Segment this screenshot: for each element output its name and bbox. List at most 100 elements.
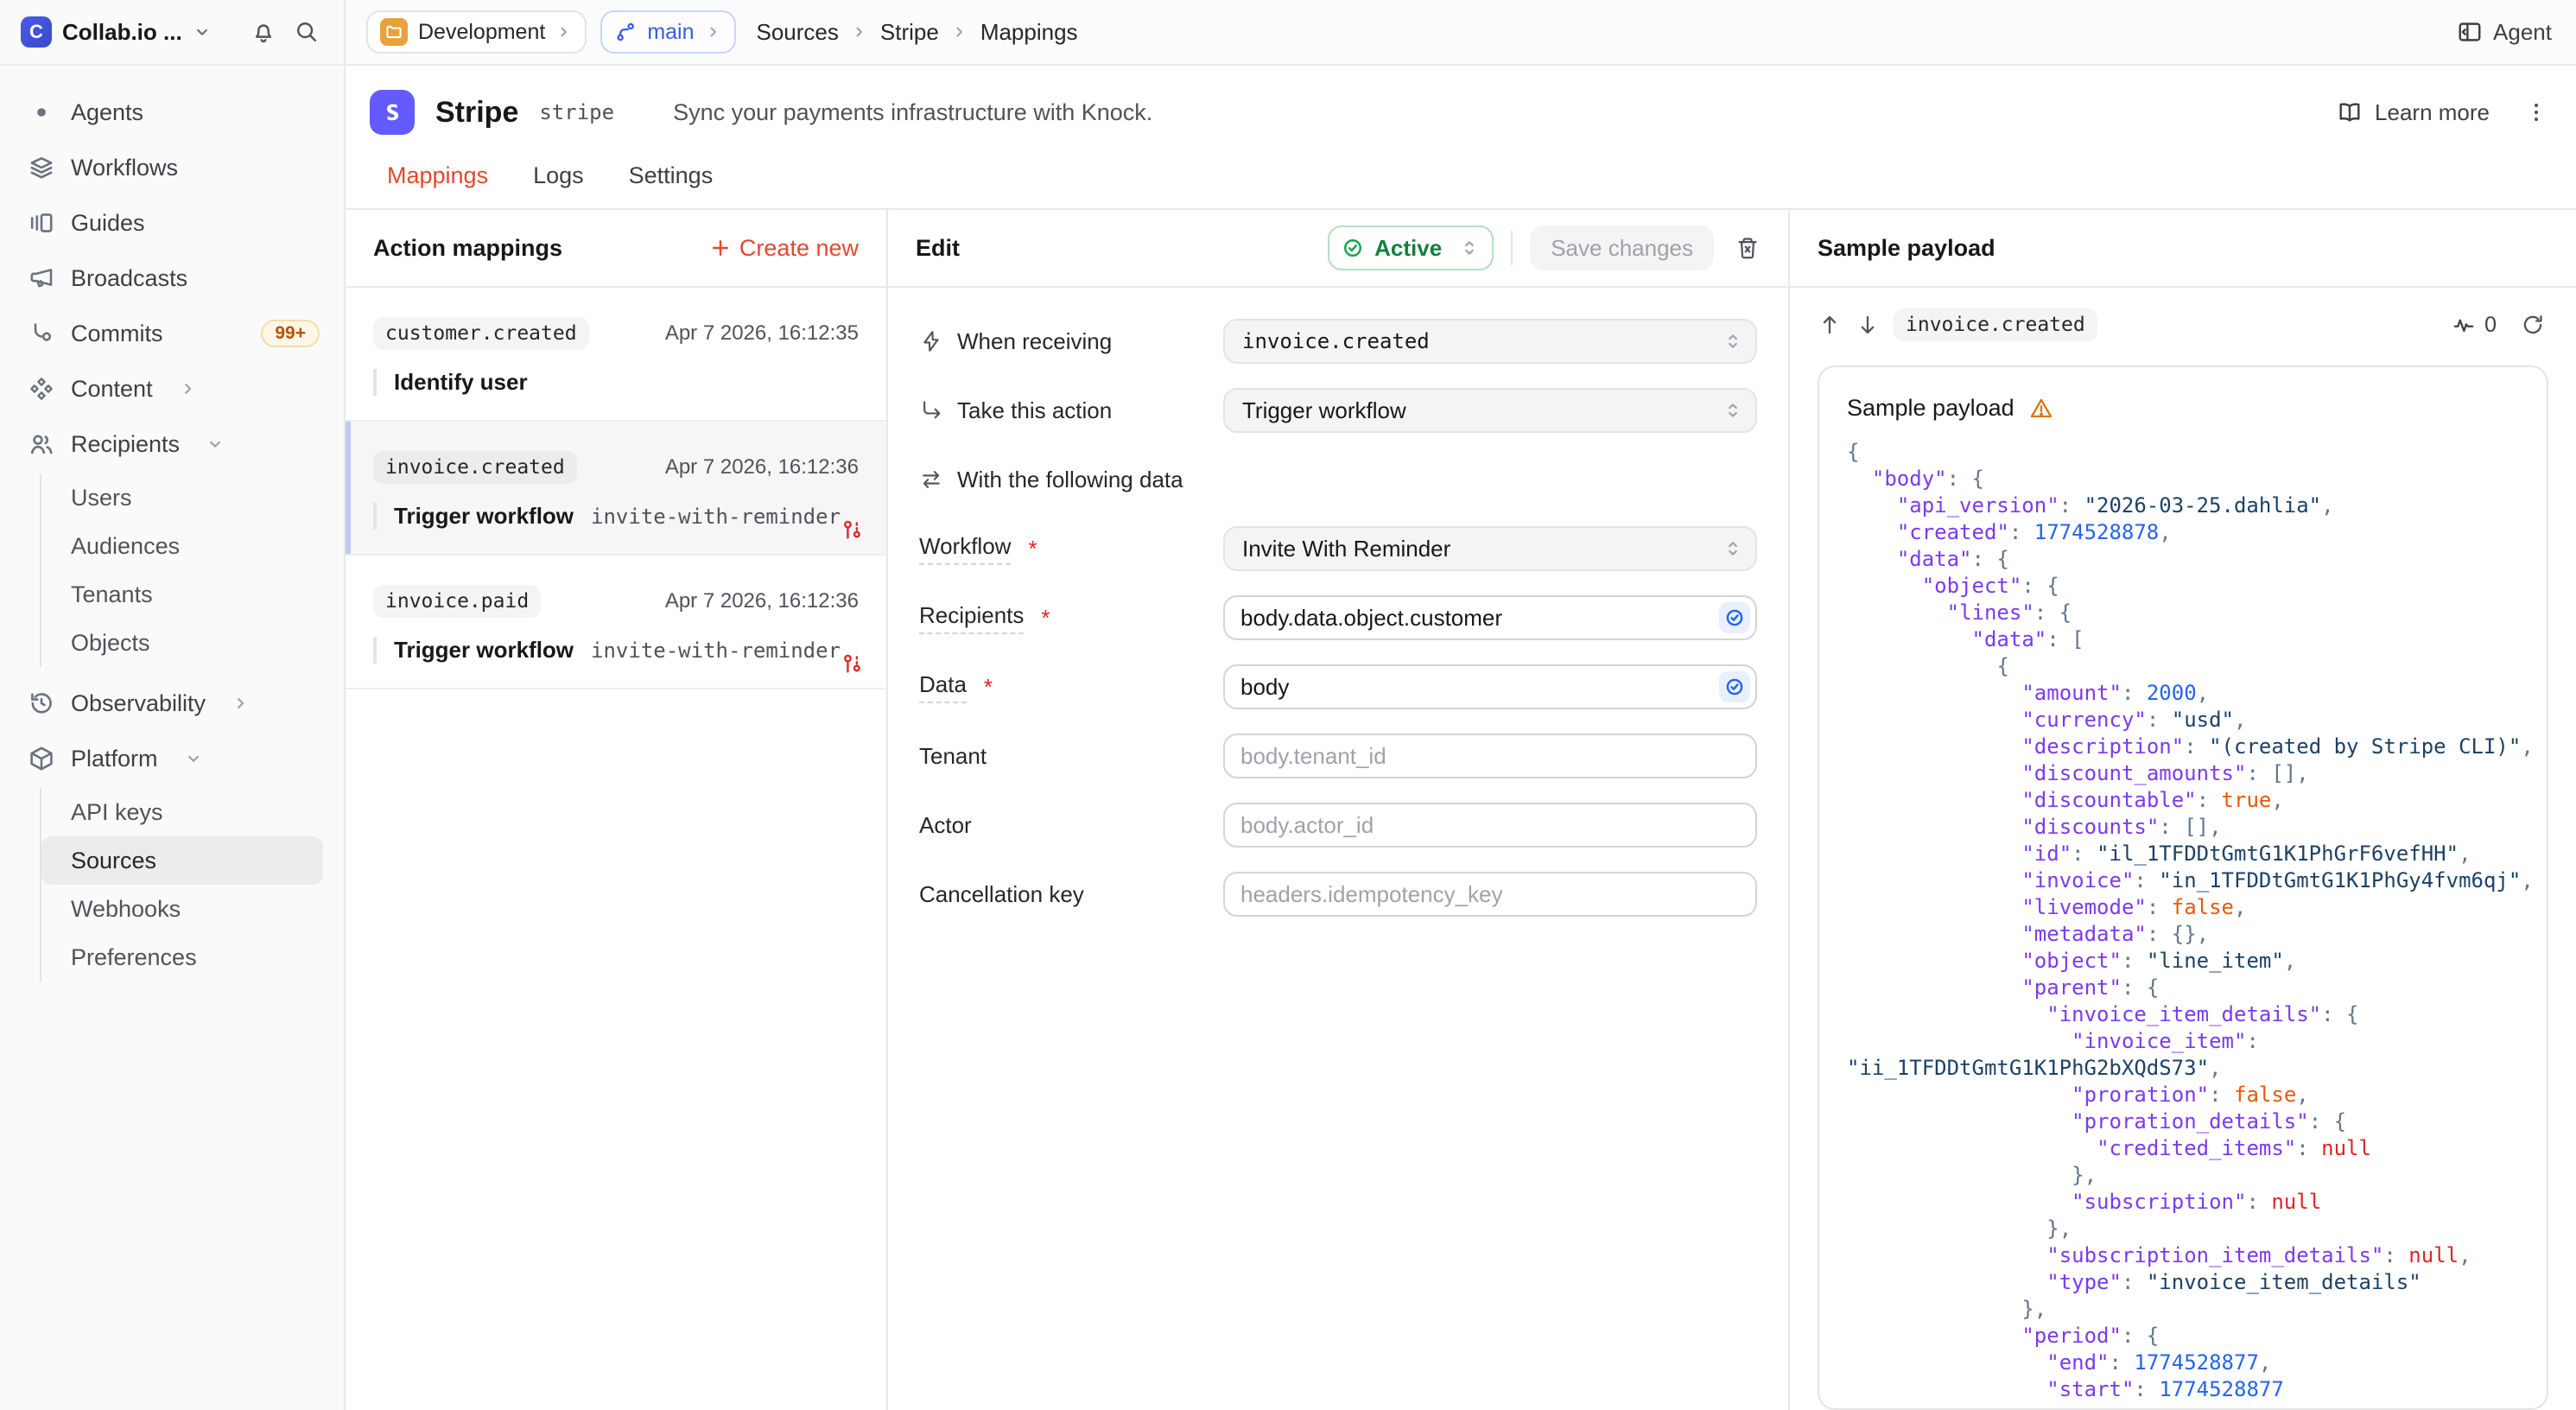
payload-card-title: Sample payload bbox=[1847, 395, 2014, 422]
corner-down-right-icon bbox=[919, 398, 943, 422]
tenant-input[interactable] bbox=[1223, 734, 1757, 778]
chevron-right-icon bbox=[179, 379, 198, 398]
content-icon bbox=[28, 375, 55, 403]
chevrons-up-down-icon bbox=[1723, 538, 1743, 559]
breadcrumb-sources[interactable]: Sources bbox=[757, 19, 839, 46]
mapping-card[interactable]: customer.created Apr 7 2026, 16:12:35 Id… bbox=[346, 288, 886, 422]
source-slug: stripe bbox=[539, 100, 614, 124]
arrow-down-icon[interactable] bbox=[1856, 313, 1880, 337]
sidebar: C Collab.io ... Agents Workflows bbox=[0, 0, 346, 1410]
action-mappings-title: Action mappings bbox=[373, 235, 562, 262]
event-select[interactable]: invoice.created bbox=[1223, 319, 1757, 364]
sidebar-item-objects[interactable]: Objects bbox=[41, 619, 323, 667]
sidebar-item-audiences[interactable]: Audiences bbox=[41, 522, 323, 570]
form-row-workflow: Workflow* Invite With Reminder bbox=[919, 526, 1757, 571]
lightning-icon bbox=[919, 329, 943, 353]
sidebar-item-platform[interactable]: Platform bbox=[14, 733, 344, 784]
sidebar-item-agents[interactable]: Agents bbox=[14, 86, 344, 138]
arrow-up-icon[interactable] bbox=[1818, 313, 1842, 337]
mapping-event-badge: customer.created bbox=[373, 317, 589, 350]
learn-more-link[interactable]: Learn more bbox=[2337, 99, 2490, 126]
sidebar-item-workflows[interactable]: Workflows bbox=[14, 142, 344, 194]
users-icon bbox=[28, 430, 55, 458]
recipients-input[interactable] bbox=[1223, 595, 1757, 640]
delete-mapping-icon[interactable] bbox=[1735, 235, 1761, 261]
status-select[interactable]: Active bbox=[1328, 225, 1494, 270]
edit-title: Edit bbox=[916, 235, 960, 262]
form-row-cancellation-key: Cancellation key bbox=[919, 872, 1757, 917]
divider bbox=[1511, 231, 1513, 265]
package-icon bbox=[28, 745, 55, 772]
form-row-actor: Actor bbox=[919, 803, 1757, 848]
sidebar-item-users[interactable]: Users bbox=[41, 473, 323, 522]
sidebar-item-broadcasts[interactable]: Broadcasts bbox=[14, 252, 344, 304]
tab-settings[interactable]: Settings bbox=[629, 162, 714, 189]
create-new-button[interactable]: Create new bbox=[710, 235, 859, 262]
chevrons-up-down-icon bbox=[1723, 400, 1743, 421]
valid-check-icon[interactable] bbox=[1719, 602, 1750, 633]
org-logo: C bbox=[21, 16, 52, 48]
action-select[interactable]: Trigger workflow bbox=[1223, 388, 1757, 433]
environment-name: Development bbox=[418, 20, 545, 45]
trigger-count[interactable]: 0 bbox=[2452, 313, 2497, 338]
git-branch-icon bbox=[614, 21, 637, 43]
refresh-icon[interactable] bbox=[2517, 309, 2548, 340]
breadcrumb: Sources Stripe Mappings bbox=[757, 19, 1078, 46]
payload-toolbar: invoice.created 0 bbox=[1790, 288, 2576, 359]
branch-switcher[interactable]: main bbox=[600, 10, 735, 54]
sidebar-item-guides[interactable]: Guides bbox=[14, 197, 344, 249]
sidebar-item-sources[interactable]: Sources bbox=[41, 836, 323, 885]
tab-mappings[interactable]: Mappings bbox=[387, 162, 488, 189]
sidebar-item-webhooks[interactable]: Webhooks bbox=[41, 885, 323, 933]
valid-check-icon[interactable] bbox=[1719, 671, 1750, 702]
sidebar-item-commits[interactable]: Commits 99+ bbox=[14, 308, 344, 359]
agent-button[interactable]: Agent bbox=[2457, 19, 2552, 46]
actor-input[interactable] bbox=[1223, 803, 1757, 848]
workflow-select[interactable]: Invite With Reminder bbox=[1223, 526, 1757, 571]
kebab-menu-icon[interactable] bbox=[2521, 97, 2552, 128]
sample-payload-card: Sample payload { "body": { "api_version"… bbox=[1818, 365, 2548, 1410]
swap-arrows-icon bbox=[919, 467, 943, 492]
panel-left-icon bbox=[2457, 19, 2483, 45]
chevrons-up-down-icon bbox=[1459, 238, 1480, 258]
form-row-tenant: Tenant bbox=[919, 734, 1757, 778]
data-input[interactable] bbox=[1223, 664, 1757, 709]
uncommitted-changes-icon bbox=[841, 653, 864, 676]
chevron-down-icon bbox=[184, 749, 203, 768]
search-icon[interactable] bbox=[290, 16, 323, 48]
mapping-list: customer.created Apr 7 2026, 16:12:35 Id… bbox=[346, 288, 886, 689]
environment-switcher[interactable]: Development bbox=[366, 10, 587, 54]
megaphone-icon bbox=[28, 264, 55, 292]
org-switcher[interactable]: C Collab.io ... bbox=[0, 0, 344, 66]
tab-logs[interactable]: Logs bbox=[533, 162, 584, 189]
breadcrumb-stripe[interactable]: Stripe bbox=[880, 19, 939, 46]
content-panels: Action mappings Create new customer.crea… bbox=[346, 210, 2576, 1410]
save-changes-button[interactable]: Save changes bbox=[1530, 225, 1714, 270]
warning-triangle-icon bbox=[2028, 396, 2054, 422]
status-value: Active bbox=[1374, 235, 1442, 262]
environment-folder-icon bbox=[380, 18, 408, 46]
required-asterisk: * bbox=[984, 674, 993, 701]
chevrons-up-down-icon bbox=[1723, 331, 1743, 352]
chevron-right-icon bbox=[705, 23, 722, 41]
main-column: Development main Sources Stripe bbox=[346, 0, 2576, 1410]
sidebar-item-content[interactable]: Content bbox=[14, 363, 344, 415]
notifications-bell-icon[interactable] bbox=[247, 16, 280, 48]
sidebar-item-observability[interactable]: Observability bbox=[14, 677, 344, 729]
platform-subnav: API keys Sources Webhooks Preferences bbox=[40, 788, 344, 981]
sidebar-item-recipients[interactable]: Recipients bbox=[14, 418, 344, 470]
sidebar-item-tenants[interactable]: Tenants bbox=[41, 570, 323, 619]
form-row-data-heading: With the following data bbox=[919, 457, 1757, 502]
recipients-subnav: Users Audiences Tenants Objects bbox=[40, 473, 344, 667]
breadcrumb-mappings[interactable]: Mappings bbox=[980, 19, 1078, 46]
sidebar-item-preferences[interactable]: Preferences bbox=[41, 933, 323, 981]
required-asterisk: * bbox=[1028, 536, 1037, 562]
chevron-down-icon bbox=[193, 22, 212, 41]
sidebar-item-api-keys[interactable]: API keys bbox=[41, 788, 323, 836]
payload-code[interactable]: { "body": { "api_version": "2026-03-25.d… bbox=[1847, 439, 2519, 1403]
mapping-card[interactable]: invoice.paid Apr 7 2026, 16:12:36 Trigge… bbox=[346, 556, 886, 689]
sample-payload-title: Sample payload bbox=[1818, 235, 1995, 262]
form-row-data: Data* bbox=[919, 664, 1757, 709]
mapping-card[interactable]: invoice.created Apr 7 2026, 16:12:36 Tri… bbox=[346, 422, 886, 556]
cancellation-key-input[interactable] bbox=[1223, 872, 1757, 917]
